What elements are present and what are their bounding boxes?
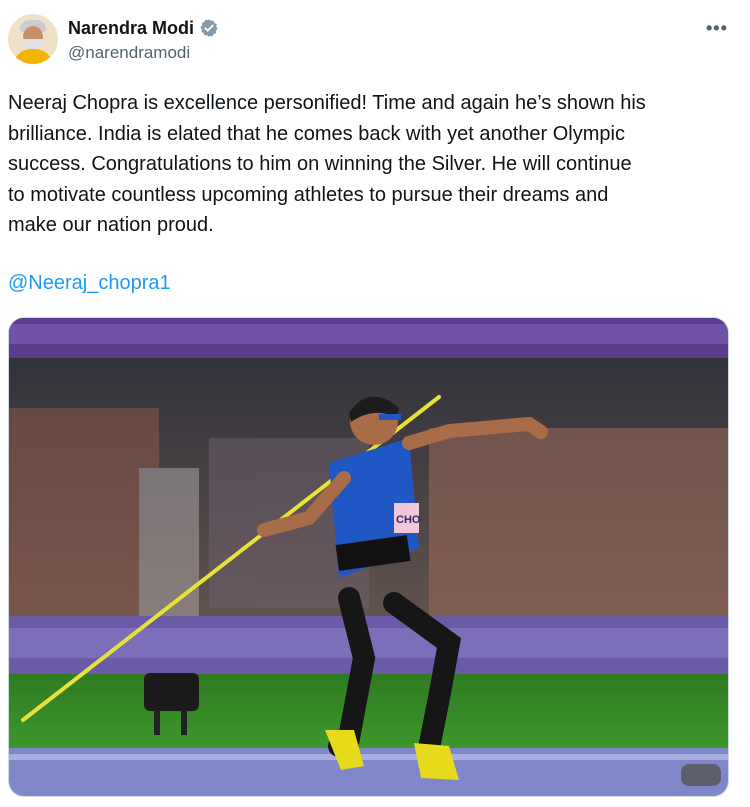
author-name-row: Narendra Modi [68, 16, 219, 40]
avatar-body [13, 49, 53, 64]
avatar[interactable] [8, 14, 58, 64]
tweet-text: Neeraj Chopra is excellence personified!… [8, 88, 734, 241]
bib-text: CHO [396, 514, 421, 526]
author-handle[interactable]: @narendramodi [68, 43, 190, 63]
tweet-line: brilliance. India is elated that he come… [8, 122, 625, 145]
tweet-media-image[interactable]: CHO [8, 317, 729, 797]
tweet-line: Neeraj Chopra is excellence personified!… [8, 92, 646, 114]
tweet-line: success. Congratulations to him on winni… [8, 153, 632, 175]
more-options-icon[interactable]: ••• [706, 18, 728, 39]
mention-link[interactable]: @Neeraj_chopra1 [8, 272, 171, 295]
display-name[interactable]: Narendra Modi [68, 18, 194, 39]
javelin-photo: CHO [9, 318, 728, 796]
verified-badge-icon [199, 18, 219, 38]
tweet-line: to motivate countless upcoming athletes … [8, 183, 609, 206]
tweet-line: make our nation proud. [8, 214, 214, 236]
